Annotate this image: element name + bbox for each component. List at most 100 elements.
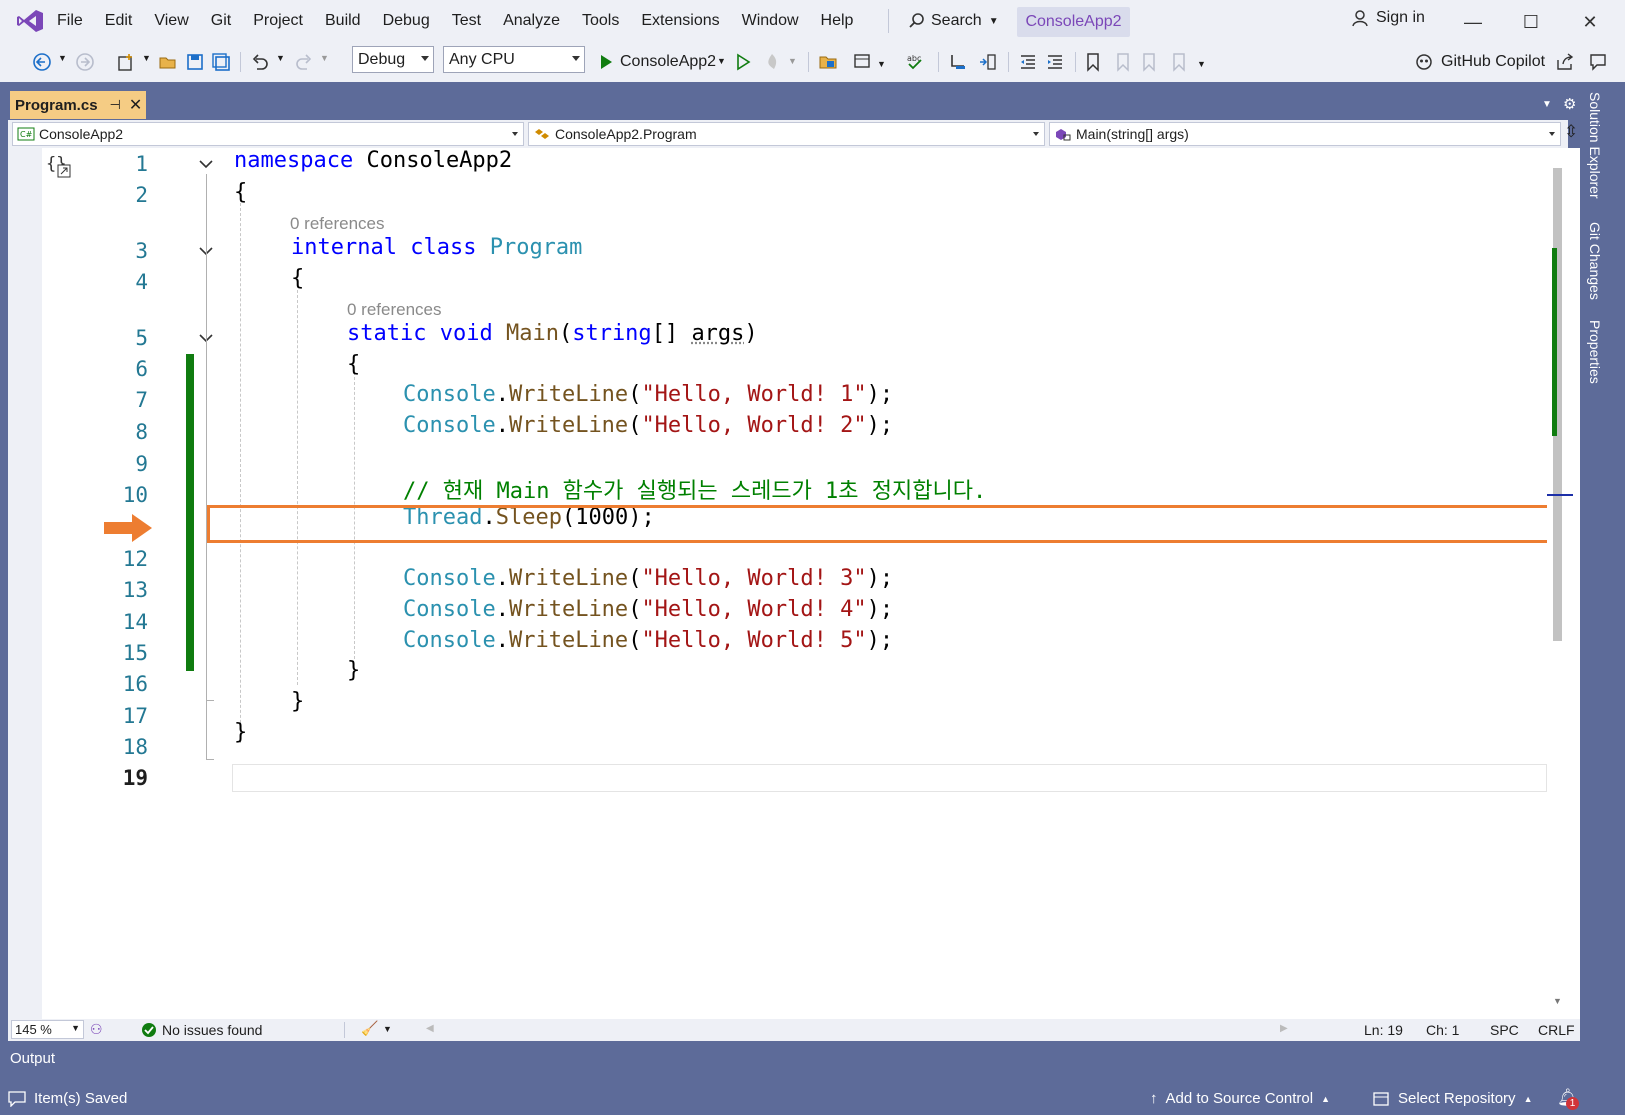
whitespace-indicator[interactable]: SPC (1490, 1022, 1519, 1038)
project-dropdown[interactable]: C# ConsoleApp2 (12, 122, 524, 146)
select-repository-button[interactable]: Select Repository ▲ (1372, 1090, 1532, 1107)
tab-properties[interactable]: Properties (1587, 320, 1603, 384)
type-dropdown[interactable]: ConsoleApp2.Program (528, 122, 1045, 146)
hot-reload-icon[interactable] (762, 52, 782, 72)
code-line-10-comment[interactable]: // 현재 Main 함수가 실행되는 스레드가 1초 정지합니다. (403, 473, 986, 505)
collapse-namespace-icon[interactable] (198, 158, 214, 170)
navigate-back-icon[interactable] (32, 52, 52, 72)
navigate-forward-icon[interactable] (75, 52, 95, 72)
chevron-down-icon[interactable]: ▼ (142, 53, 151, 63)
chevron-down-icon[interactable]: ▼ (1197, 59, 1206, 69)
share-icon[interactable] (1555, 52, 1575, 72)
code-line-13[interactable]: Console.WriteLine("Hello, World! 3"); (403, 566, 893, 591)
menu-project[interactable]: Project (253, 12, 303, 30)
intellicode-icon[interactable]: ⚇ (90, 1021, 103, 1038)
chevron-down-icon[interactable]: ▼ (717, 56, 726, 66)
menu-git[interactable]: Git (211, 12, 231, 30)
menu-view[interactable]: View (154, 12, 188, 30)
code-line-15[interactable]: Console.WriteLine("Hello, World! 5"); (403, 628, 893, 653)
next-bookmark-icon[interactable] (1140, 52, 1160, 72)
code-line-5[interactable]: static void Main(string[] args) (347, 321, 758, 346)
outdent-icon[interactable] (1018, 52, 1038, 72)
visual-studio-logo-icon[interactable] (16, 9, 44, 33)
solution-platform-select[interactable]: Any CPU (443, 46, 585, 73)
code-line-17[interactable]: } (291, 689, 304, 714)
menu-debug[interactable]: Debug (383, 12, 430, 30)
zoom-select[interactable]: 145 % ▼ (11, 1020, 84, 1039)
chevron-down-icon[interactable]: ▼ (877, 59, 886, 69)
code-line-2[interactable]: { (234, 180, 247, 205)
close-window-button[interactable]: ✕ (1580, 12, 1600, 32)
spell-check-icon[interactable]: abc (905, 52, 925, 72)
codelens-references-main[interactable]: 0 references (347, 300, 442, 320)
undo-icon[interactable] (250, 52, 270, 72)
gear-icon[interactable]: ⚙ (1563, 95, 1576, 113)
code-line-16[interactable]: } (347, 658, 360, 683)
clear-bookmarks-icon[interactable] (1170, 52, 1190, 72)
scroll-left-icon[interactable]: ◀ (426, 1023, 434, 1034)
split-window-icon[interactable]: ⇳ (1564, 122, 1578, 142)
chevron-down-icon[interactable]: ▼ (383, 1024, 392, 1034)
tab-program-cs[interactable]: Program.cs ⊣ ✕ (10, 91, 146, 119)
issues-status[interactable]: No issues found (162, 1022, 262, 1038)
maximize-button[interactable]: ☐ (1521, 12, 1541, 32)
codelens-references-class[interactable]: 0 references (290, 214, 385, 234)
line-ending-indicator[interactable]: CRLF (1538, 1022, 1575, 1038)
sign-in-button[interactable]: Sign in (1352, 9, 1425, 27)
column-indicator[interactable]: Ch: 1 (1426, 1022, 1459, 1038)
code-line-4[interactable]: { (291, 266, 304, 291)
solution-explorer-icon[interactable] (818, 52, 838, 72)
menu-edit[interactable]: Edit (105, 12, 133, 30)
add-to-source-control-button[interactable]: ↑ Add to Source Control ▲ (1150, 1090, 1330, 1107)
chevron-down-icon[interactable]: ▼ (320, 53, 329, 63)
github-copilot-icon[interactable] (1414, 52, 1434, 72)
tab-output[interactable]: Output (10, 1050, 55, 1067)
notifications-button[interactable]: 🔔︎ 1 (1557, 1088, 1579, 1110)
tab-overflow-icon[interactable]: ▼ (1542, 99, 1552, 110)
code-line-8[interactable]: Console.WriteLine("Hello, World! 2"); (403, 413, 893, 438)
start-target-button[interactable]: ConsoleApp2 (620, 53, 716, 71)
previous-bookmark-icon[interactable] (1112, 52, 1132, 72)
bookmark-icon[interactable] (1083, 52, 1103, 72)
code-line-7[interactable]: Console.WriteLine("Hello, World! 1"); (403, 382, 893, 407)
chevron-down-icon[interactable]: ▼ (58, 53, 67, 63)
feedback-icon[interactable] (1588, 52, 1608, 72)
code-line-3[interactable]: internal class Program (291, 235, 582, 260)
solution-name-badge[interactable]: ConsoleApp2 (1017, 7, 1130, 37)
tab-solution-explorer[interactable]: Solution Explorer (1587, 92, 1603, 199)
line-indicator[interactable]: Ln: 19 (1364, 1022, 1403, 1038)
solution-configuration-select[interactable]: Debug (352, 46, 434, 73)
code-line-14[interactable]: Console.WriteLine("Hello, World! 4"); (403, 597, 893, 622)
menu-window[interactable]: Window (742, 12, 799, 30)
tab-git-changes[interactable]: Git Changes (1587, 222, 1603, 300)
indent-icon[interactable] (1045, 52, 1065, 72)
format-document-icon[interactable] (978, 52, 998, 72)
code-line-1[interactable]: namespace ConsoleApp2 (234, 148, 512, 173)
save-all-icon[interactable] (211, 52, 231, 72)
menu-file[interactable]: File (57, 12, 83, 30)
close-tab-icon[interactable]: ✕ (129, 95, 142, 115)
redo-icon[interactable] (294, 52, 314, 72)
scroll-right-icon[interactable]: ▶ (1280, 1023, 1288, 1034)
menu-help[interactable]: Help (821, 12, 854, 30)
chevron-down-icon[interactable]: ▼ (788, 56, 797, 66)
minimize-button[interactable]: — (1463, 12, 1483, 32)
member-dropdown[interactable]: Main(string[] args) (1049, 122, 1561, 146)
search-button[interactable]: Search ▼ (908, 9, 999, 33)
menu-extensions[interactable]: Extensions (641, 12, 719, 30)
start-debugging-icon[interactable] (596, 52, 616, 72)
menu-analyze[interactable]: Analyze (503, 12, 560, 30)
code-line-6[interactable]: { (347, 352, 360, 377)
browser-link-icon[interactable] (852, 52, 872, 72)
menu-build[interactable]: Build (325, 12, 361, 30)
github-copilot-button[interactable]: GitHub Copilot (1441, 53, 1545, 71)
code-cleanup-icon[interactable]: 🧹 (361, 1020, 378, 1037)
save-icon[interactable] (185, 52, 205, 72)
new-project-icon[interactable] (116, 52, 136, 72)
pin-icon[interactable]: ⊣ (110, 97, 121, 113)
start-without-debugging-icon[interactable] (733, 52, 753, 72)
scroll-down-icon[interactable]: ▼ (1553, 996, 1562, 1006)
menu-test[interactable]: Test (452, 12, 481, 30)
chevron-down-icon[interactable]: ▼ (276, 53, 285, 63)
open-folder-icon[interactable] (158, 52, 178, 72)
